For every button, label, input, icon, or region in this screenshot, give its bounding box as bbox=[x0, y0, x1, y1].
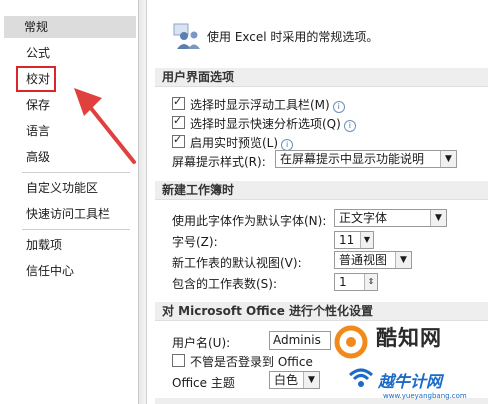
general-options-people-icon bbox=[173, 23, 200, 49]
option-live-preview[interactable]: 启用实时预览(L)i bbox=[172, 133, 294, 151]
font-size-select[interactable]: 11 ▼ bbox=[334, 231, 374, 249]
red-pointer-arrow-icon bbox=[74, 88, 136, 164]
sidebar-item-proofing[interactable]: 校对 bbox=[16, 66, 56, 92]
option-label: 不管是否登录到 Office bbox=[190, 355, 313, 369]
sidebar-item-addins[interactable]: 加载项 bbox=[6, 234, 132, 256]
option-label: 选择时显示快速分析选项(Q) bbox=[190, 117, 341, 131]
chevron-down-icon[interactable]: ▼ bbox=[360, 232, 373, 248]
page-description: 使用 Excel 时采用的常规选项。 bbox=[207, 30, 379, 44]
option-mini-toolbar[interactable]: 选择时显示浮动工具栏(M)i bbox=[172, 95, 345, 113]
checkbox-unchecked[interactable] bbox=[172, 354, 185, 367]
chevron-down-icon[interactable]: ▼ bbox=[440, 151, 456, 167]
section-new-workbook: 新建工作簿时 bbox=[155, 181, 488, 200]
checkbox-checked[interactable] bbox=[172, 114, 185, 129]
screentip-style-select[interactable]: 在屏幕提示中显示功能说明 ▼ bbox=[275, 150, 457, 168]
sheet-count-label: 包含的工作表数(S): bbox=[172, 277, 278, 291]
sidebar-gutter bbox=[139, 0, 147, 404]
option-always-use-values[interactable]: 不管是否登录到 Office bbox=[172, 353, 313, 370]
chevron-down-icon[interactable]: ▼ bbox=[430, 210, 446, 226]
watermark-brand: 酷知网 bbox=[376, 326, 442, 350]
office-theme-label: Office 主题 bbox=[172, 376, 235, 390]
select-value: 白色 bbox=[274, 373, 299, 387]
select-value: 在屏幕提示中显示功能说明 bbox=[280, 152, 425, 166]
sidebar-item-trust-center[interactable]: 信任中心 bbox=[6, 260, 132, 282]
spinner-value: 1 bbox=[339, 275, 347, 289]
sidebar-item-general[interactable]: 常规 bbox=[4, 16, 136, 38]
options-sidebar: 常规 公式 校对 保存 语言 高级 自定义功能区 快速访问工具栏 加载项 信任中… bbox=[0, 0, 139, 404]
username-input[interactable]: Adminis bbox=[269, 331, 331, 350]
sidebar-item-customize-ribbon[interactable]: 自定义功能区 bbox=[6, 177, 132, 199]
section-ui-options: 用户界面选项 bbox=[155, 68, 488, 87]
spinner-updown-icon[interactable]: ⇕ bbox=[364, 274, 377, 290]
username-label: 用户名(U): bbox=[172, 336, 231, 350]
select-value: 普通视图 bbox=[339, 253, 388, 267]
checkbox-checked[interactable] bbox=[172, 95, 185, 110]
sheet-count-spinner[interactable]: 1 ⇕ bbox=[334, 273, 378, 291]
select-value: 正文字体 bbox=[339, 211, 388, 225]
default-font-label: 使用此字体作为默认字体(N): bbox=[172, 214, 327, 228]
sidebar-item-quick-access-toolbar[interactable]: 快速访问工具栏 bbox=[6, 203, 132, 225]
sidebar-divider bbox=[22, 172, 130, 173]
option-quick-analysis[interactable]: 选择时显示快速分析选项(Q)i bbox=[172, 114, 356, 132]
checkbox-checked[interactable] bbox=[172, 133, 185, 148]
chevron-down-icon[interactable]: ▼ bbox=[303, 372, 319, 388]
watermark-site-name: 越牛计网 bbox=[378, 372, 443, 391]
default-view-label: 新工作表的默认视图(V): bbox=[172, 256, 302, 270]
sidebar-item-formulas[interactable]: 公式 bbox=[6, 42, 132, 64]
username-value: Adminis bbox=[273, 333, 321, 347]
select-value: 11 bbox=[339, 233, 355, 247]
office-theme-select[interactable]: 白色 ▼ bbox=[269, 371, 320, 389]
screentip-label: 屏幕提示样式(R): bbox=[172, 155, 266, 169]
option-label: 选择时显示浮动工具栏(M) bbox=[190, 98, 330, 112]
default-view-select[interactable]: 普通视图 ▼ bbox=[334, 251, 412, 269]
default-font-select[interactable]: 正文字体 ▼ bbox=[334, 209, 447, 227]
info-icon: i bbox=[343, 120, 356, 132]
chevron-down-icon[interactable]: ▼ bbox=[395, 252, 411, 268]
option-label: 启用实时预览(L) bbox=[190, 136, 279, 150]
info-icon: i bbox=[332, 101, 345, 113]
watermark-wifi-icon bbox=[348, 368, 374, 387]
watermark-site-url: www.yueyangbang.com bbox=[383, 392, 467, 400]
font-size-label: 字号(Z): bbox=[172, 235, 218, 249]
sidebar-divider bbox=[22, 229, 130, 230]
